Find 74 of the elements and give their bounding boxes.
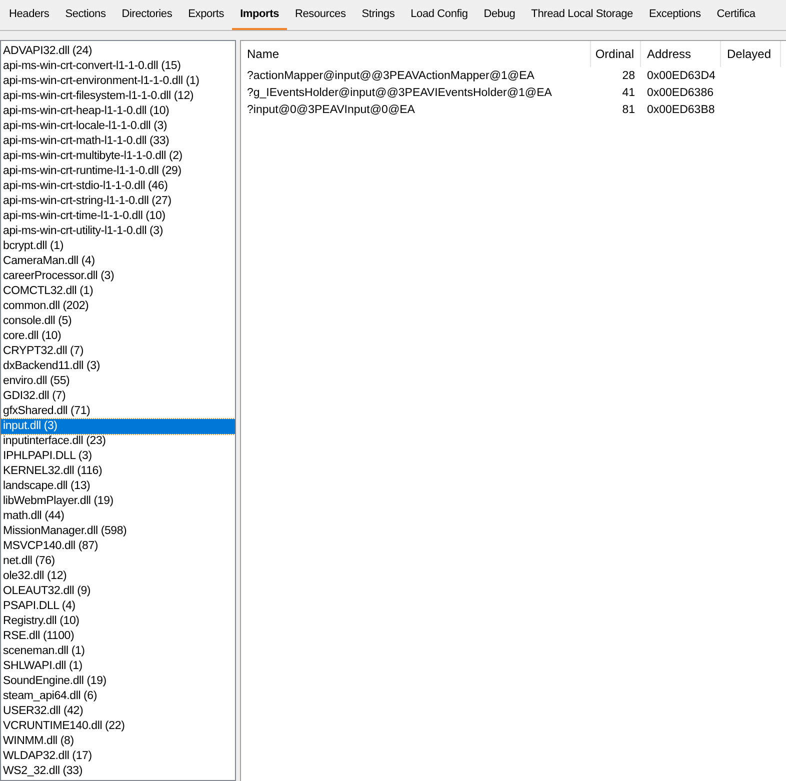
- module-item[interactable]: CameraMan.dll (4): [1, 254, 235, 269]
- module-item[interactable]: console.dll (5): [1, 314, 235, 329]
- module-item[interactable]: COMCTL32.dll (1): [1, 284, 235, 299]
- module-item[interactable]: math.dll (44): [1, 509, 235, 524]
- module-item[interactable]: api-ms-win-crt-convert-l1-1-0.dll (15): [1, 59, 235, 74]
- module-item[interactable]: ADVAPI32.dll (24): [1, 44, 235, 59]
- module-item[interactable]: inputinterface.dll (23): [1, 434, 235, 449]
- module-item[interactable]: core.dll (10): [1, 329, 235, 344]
- module-item[interactable]: common.dll (202): [1, 299, 235, 314]
- module-item[interactable]: api-ms-win-crt-stdio-l1-1-0.dll (46): [1, 179, 235, 194]
- table-cell: 0x00ED63D4: [647, 70, 716, 82]
- module-item[interactable]: careerProcessor.dll (3): [1, 269, 235, 284]
- module-item[interactable]: MSVCP140.dll (87): [1, 539, 235, 554]
- column-header[interactable]: Ordinal: [591, 41, 641, 67]
- module-item[interactable]: api-ms-win-crt-locale-l1-1-0.dll (3): [1, 119, 235, 134]
- module-item[interactable]: USER32.dll (42): [1, 704, 235, 719]
- module-item[interactable]: OLEAUT32.dll (9): [1, 584, 235, 599]
- module-item[interactable]: WS2_32.dll (33): [1, 764, 235, 779]
- module-item[interactable]: Registry.dll (10): [1, 614, 235, 629]
- module-item[interactable]: api-ms-win-crt-environment-l1-1-0.dll (1): [1, 74, 235, 89]
- module-item[interactable]: net.dll (76): [1, 554, 235, 569]
- module-item[interactable]: bcrypt.dll (1): [1, 239, 235, 254]
- module-item[interactable]: ole32.dll (12): [1, 569, 235, 584]
- module-item[interactable]: api-ms-win-crt-multibyte-l1-1-0.dll (2): [1, 149, 235, 164]
- table-cell: ?g_IEventsHolder@input@@3PEAVIEventsHolder@1@EA: [247, 86, 552, 99]
- tab[interactable]: Resources: [287, 0, 354, 30]
- module-item[interactable]: api-ms-win-crt-filesystem-l1-1-0.dll (12): [1, 89, 235, 104]
- column-header[interactable]: Name: [241, 41, 591, 67]
- module-item[interactable]: steam_api64.dll (6): [1, 689, 235, 704]
- tab[interactable]: Exports: [180, 0, 232, 30]
- module-item[interactable]: api-ms-win-crt-heap-l1-1-0.dll (10): [1, 104, 235, 119]
- module-item[interactable]: CRYPT32.dll (7): [1, 344, 235, 359]
- module-item[interactable]: GDI32.dll (7): [1, 389, 235, 404]
- module-item[interactable]: WINMM.dll (8): [1, 734, 235, 749]
- table-cell: 0x00ED6386: [647, 86, 714, 99]
- table-cell: 81: [622, 104, 635, 116]
- table-cell: 0x00ED63B8: [647, 104, 715, 116]
- module-item[interactable]: api-ms-win-crt-utility-l1-1-0.dll (3): [1, 224, 235, 239]
- module-item[interactable]: VCRUNTIME140.dll (22): [1, 719, 235, 734]
- table-cell: ?input@0@3PEAVInput@0@EA: [247, 104, 415, 116]
- tab[interactable]: Imports: [232, 0, 287, 30]
- module-item[interactable]: enviro.dll (55): [1, 374, 235, 389]
- column-header[interactable]: Address: [641, 41, 721, 67]
- module-item[interactable]: gfxShared.dll (71): [1, 404, 235, 419]
- tab[interactable]: Load Config: [402, 0, 476, 30]
- module-item[interactable]: api-ms-win-crt-time-l1-1-0.dll (10): [1, 209, 235, 224]
- module-item[interactable]: api-ms-win-crt-runtime-l1-1-0.dll (29): [1, 164, 235, 179]
- module-item[interactable]: dxBackend11.dll (3): [1, 359, 235, 374]
- tab[interactable]: Headers: [1, 0, 58, 30]
- module-item[interactable]: PSAPI.DLL (4): [1, 599, 235, 614]
- tab[interactable]: Strings: [354, 0, 403, 30]
- module-item[interactable]: input.dll (3): [1, 419, 235, 434]
- module-item[interactable]: libWebmPlayer.dll (19): [1, 494, 235, 509]
- tab[interactable]: Sections: [57, 0, 114, 30]
- module-item[interactable]: MissionManager.dll (598): [1, 524, 235, 539]
- module-item[interactable]: SHLWAPI.dll (1): [1, 659, 235, 674]
- module-item[interactable]: sceneman.dll (1): [1, 644, 235, 659]
- tab[interactable]: Certifica: [708, 0, 764, 30]
- module-item[interactable]: api-ms-win-crt-string-l1-1-0.dll (27): [1, 194, 235, 209]
- module-item[interactable]: WLDAP32.dll (17): [1, 749, 235, 764]
- tab[interactable]: Exceptions: [640, 0, 709, 30]
- tab[interactable]: Debug: [476, 0, 524, 30]
- table-cell: ?actionMapper@input@@3PEAVActionMapper@1@EA: [247, 70, 534, 82]
- module-item[interactable]: KERNEL32.dll (116): [1, 464, 235, 479]
- module-item[interactable]: RSE.dll (1100): [1, 629, 235, 644]
- table-cell: 28: [622, 70, 635, 82]
- module-item[interactable]: SoundEngine.dll (19): [1, 674, 235, 689]
- table-cell: 41: [622, 86, 635, 99]
- module-item[interactable]: landscape.dll (13): [1, 479, 235, 494]
- module-item[interactable]: IPHLPAPI.DLL (3): [1, 449, 235, 464]
- module-item[interactable]: api-ms-win-crt-math-l1-1-0.dll (33): [1, 134, 235, 149]
- column-header[interactable]: Delayed: [721, 41, 781, 67]
- tab[interactable]: Thread Local Storage: [523, 0, 641, 30]
- tab[interactable]: Directories: [114, 0, 180, 30]
